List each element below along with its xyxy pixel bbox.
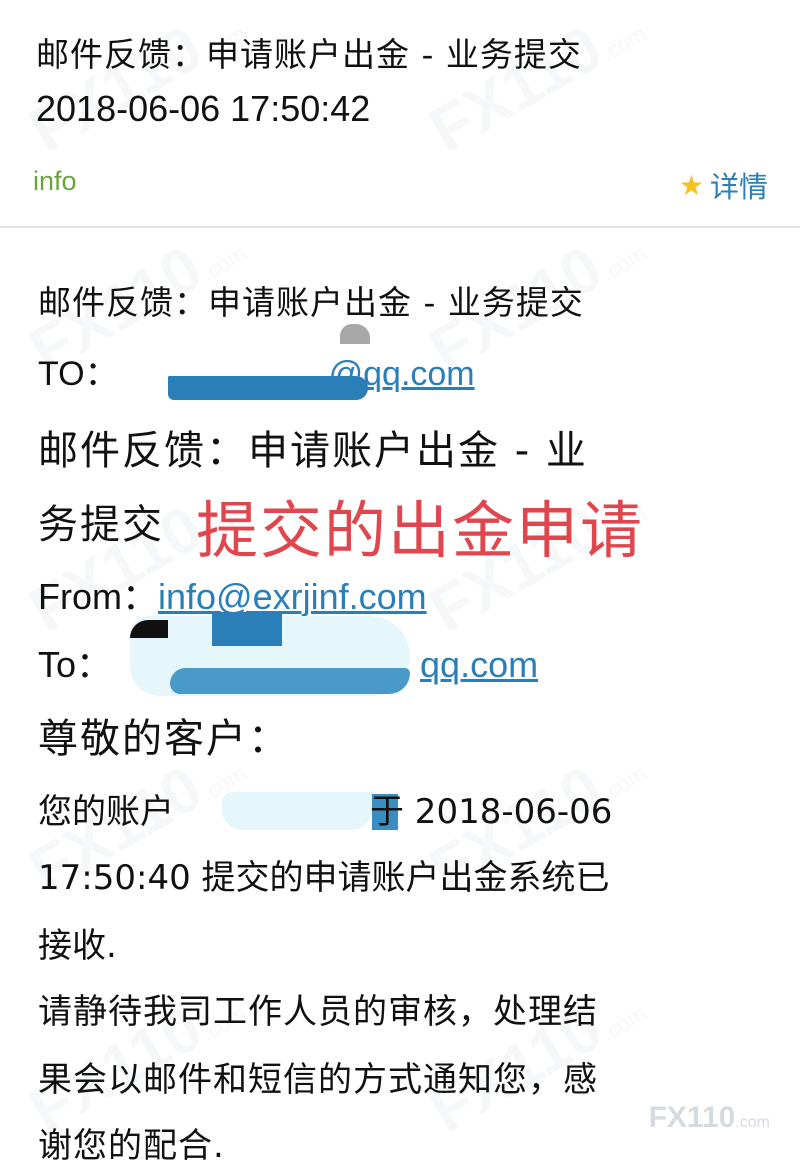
details-label: 详情 (709, 170, 768, 204)
account-line: 您的账户 于 2018-06-06 (38, 784, 612, 833)
to2-label: To： (38, 644, 113, 685)
redaction-mark (168, 376, 368, 400)
body-subject-large-1: 邮件反馈：申请账户出金 - 业 (38, 428, 588, 474)
body-line-6: 谢您的配合. (38, 1126, 225, 1166)
to2-line: To： qq.com (38, 636, 538, 688)
body-subject-large-2: 务提交 (38, 502, 164, 548)
email-datetime: 2018-06-06 17:50:42 (36, 88, 371, 129)
to-label: TO： (38, 355, 119, 393)
body-line-3: 接收. (38, 926, 117, 966)
header-divider (0, 226, 800, 228)
to2-address-link[interactable]: qq.com (420, 644, 538, 685)
red-annotation: 提交的出金申请 (196, 494, 645, 567)
fx110-logo: FX110.com (648, 1101, 770, 1134)
body-line-5: 果会以邮件和短信的方式通知您，感 (38, 1060, 598, 1100)
from-address-link[interactable]: info@exrjinf.com (158, 576, 427, 617)
body-subject: 邮件反馈：申请账户出金 - 业务提交 (38, 283, 584, 322)
star-icon[interactable]: ★ (679, 169, 704, 202)
account-prefix: 您的账户 (38, 792, 174, 832)
account-suffix: 于 2018-06-06 (370, 792, 613, 832)
details-button[interactable]: ★ 详情 (679, 164, 768, 206)
email-header: 邮件反馈：申请账户出金 - 业务提交 2018-06-06 17:50:42 i… (0, 0, 800, 226)
greeting: 尊敬的客户： (38, 716, 290, 762)
redaction-mark (340, 324, 370, 344)
from-label: From： (38, 576, 158, 617)
body-line-2: 17:50:40 提交的申请账户出金系统已 (38, 858, 610, 898)
body-line-4: 请静待我司工作人员的审核，处理结 (38, 992, 598, 1032)
sender-name[interactable]: info (33, 166, 77, 197)
email-subject: 邮件反馈：申请账户出金 - 业务提交 (36, 35, 582, 74)
